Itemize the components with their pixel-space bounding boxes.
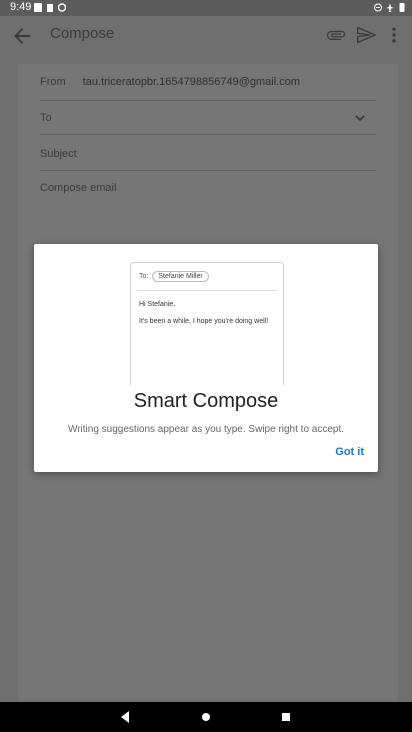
from-value: tau.triceratopbr.1654798856749@gmail.com: [82, 76, 300, 88]
airplane-icon: [386, 3, 394, 12]
to-field[interactable]: To: [40, 112, 376, 124]
clipboard-icon: [47, 4, 53, 12]
divider: [40, 100, 376, 101]
nav-back-icon[interactable]: [118, 709, 134, 725]
battery-icon: [399, 3, 405, 12]
dnd-icon: [374, 3, 382, 12]
got-it-button[interactable]: Got it: [335, 446, 364, 458]
body-field[interactable]: Compose email: [40, 182, 376, 194]
illustration-greeting: Hi Stefanie,: [139, 301, 176, 308]
back-arrow-icon[interactable]: [10, 24, 34, 48]
status-bar: 9:49: [0, 0, 412, 16]
recipient-chip: Stefanie Miller: [152, 271, 209, 282]
sync-icon: [58, 3, 66, 12]
divider: [40, 170, 376, 171]
page-title: Compose: [50, 25, 115, 42]
from-field[interactable]: From tau.triceratopbr.1654798856749@gmai…: [40, 76, 376, 88]
notification-icon: [34, 3, 42, 12]
navigation-bar: [0, 702, 412, 732]
subject-placeholder: Subject: [40, 148, 77, 160]
app-bar: Compose: [0, 16, 412, 56]
divider: [137, 290, 277, 291]
body-placeholder: Compose email: [40, 182, 117, 194]
send-icon[interactable]: [356, 25, 376, 45]
attach-icon[interactable]: [326, 25, 346, 45]
illustration-message: It's been a while, I hope you're doing w…: [139, 318, 269, 325]
smart-compose-dialog: To: Stefanie Miller Hi Stefanie, It's be…: [34, 244, 378, 472]
illustration-to-label: To:: [139, 273, 149, 280]
smart-compose-illustration: To: Stefanie Miller Hi Stefanie, It's be…: [130, 262, 284, 385]
subject-field[interactable]: Subject: [40, 148, 376, 160]
to-label: To: [40, 112, 52, 124]
divider: [40, 134, 376, 135]
dialog-title: Smart Compose: [133, 390, 279, 412]
dialog-description: Writing suggestions appear as you type. …: [67, 424, 345, 435]
from-label: From: [40, 76, 66, 88]
more-options-icon[interactable]: [384, 25, 404, 45]
chevron-down-icon[interactable]: [354, 112, 366, 124]
nav-recents-icon[interactable]: [278, 709, 294, 725]
nav-home-icon[interactable]: [198, 709, 214, 725]
status-time: 9:49: [10, 1, 32, 13]
